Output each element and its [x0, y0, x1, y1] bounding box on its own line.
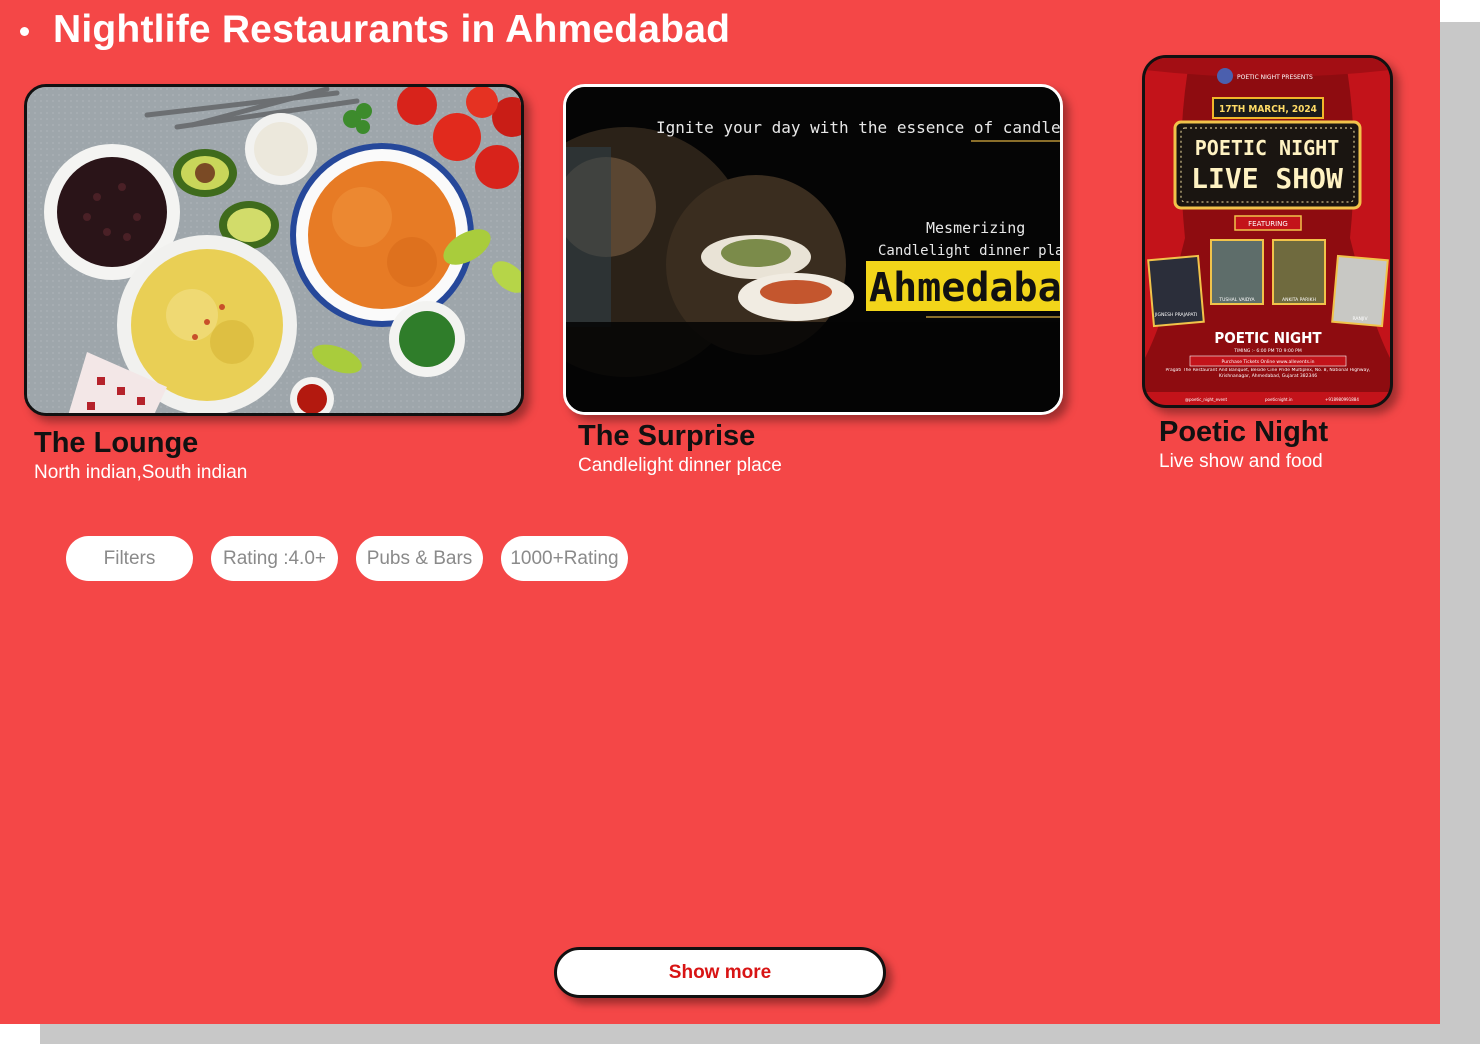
poster-footer-title: POETIC NIGHT [1214, 329, 1322, 347]
card-subtitle-surprise: Candlelight dinner place [578, 455, 782, 476]
show-more-button[interactable]: Show more [554, 947, 886, 998]
poster-artwork: POETIC NIGHT PRESENTS 17TH MARCH, 2024 P… [1145, 58, 1390, 405]
poster-name-3: ANKITA PARIKH [1282, 297, 1316, 303]
poster-name-2: TUSHAL VAIDYA [1218, 297, 1255, 303]
card-title-poetic[interactable]: Poetic Night [1159, 416, 1328, 449]
poster-headline1: POETIC NIGHT [1195, 136, 1340, 160]
card-title-surprise[interactable]: The Surprise [578, 420, 755, 453]
poster-tickets: Purchase Tickets Online www.allevents.in [1222, 359, 1315, 365]
page-title-text: Nightlife Restaurants in Ahmedabad [53, 8, 731, 51]
card-subtitle-poetic: Live show and food [1159, 451, 1323, 472]
poster-phone: +918980991884 [1325, 397, 1359, 402]
filters-button[interactable]: Filters [66, 536, 193, 581]
food-photo [27, 87, 521, 413]
page-title: Nightlife Restaurants in Ahmedabad [20, 8, 730, 52]
card-title-lounge[interactable]: The Lounge [34, 427, 198, 460]
poster-featuring: FEATURING [1248, 220, 1288, 228]
poster-date: 17TH MARCH, 2024 [1219, 104, 1317, 115]
banner-mesmerizing: Mesmerizing [926, 219, 1025, 237]
lounge-image[interactable] [24, 84, 524, 416]
poster-presents: POETIC NIGHT PRESENTS [1237, 74, 1313, 81]
bullet-icon [20, 26, 29, 36]
filter-chip-pubs-bars[interactable]: Pubs & Bars [356, 536, 483, 581]
poster-venue: Pragati The Restaurant And Banquet, Besi… [1165, 368, 1371, 379]
filter-chip-1000-rating[interactable]: 1000+Rating [501, 536, 628, 581]
banner-tagline: Ignite your day with the essence of cand… [656, 118, 1060, 137]
poster-timing: TIMING :- 6:00 PM TO 9:00 PM [1233, 348, 1302, 354]
card-subtitle-lounge: North indian,South indian [34, 462, 248, 483]
restaurants-panel: Nightlife Restaurants in Ahmedabad The L… [0, 0, 1440, 1024]
filter-chip-rating-4[interactable]: Rating :4.0+ [211, 536, 338, 581]
poster-headline2: LIVE SHOW [1191, 162, 1343, 195]
poster-name-4: RANJIV [1352, 316, 1368, 322]
poster-name-1: JIGNESH PRAJAPATI [1154, 312, 1197, 318]
poetic-night-poster[interactable]: POETIC NIGHT PRESENTS 17TH MARCH, 2024 P… [1142, 55, 1393, 408]
surprise-image[interactable]: Ignite your day with the essence of cand… [563, 84, 1063, 415]
poster-social1: @poetic_night_event [1185, 397, 1227, 402]
poster-logo-icon [1217, 68, 1233, 84]
banner-city: Ahmedaba [869, 265, 1060, 311]
poster-social2: poeticnight.in [1265, 397, 1293, 402]
banner-subline: Candlelight dinner places [878, 243, 1060, 259]
candlelight-banner: Ignite your day with the essence of cand… [566, 87, 1060, 412]
